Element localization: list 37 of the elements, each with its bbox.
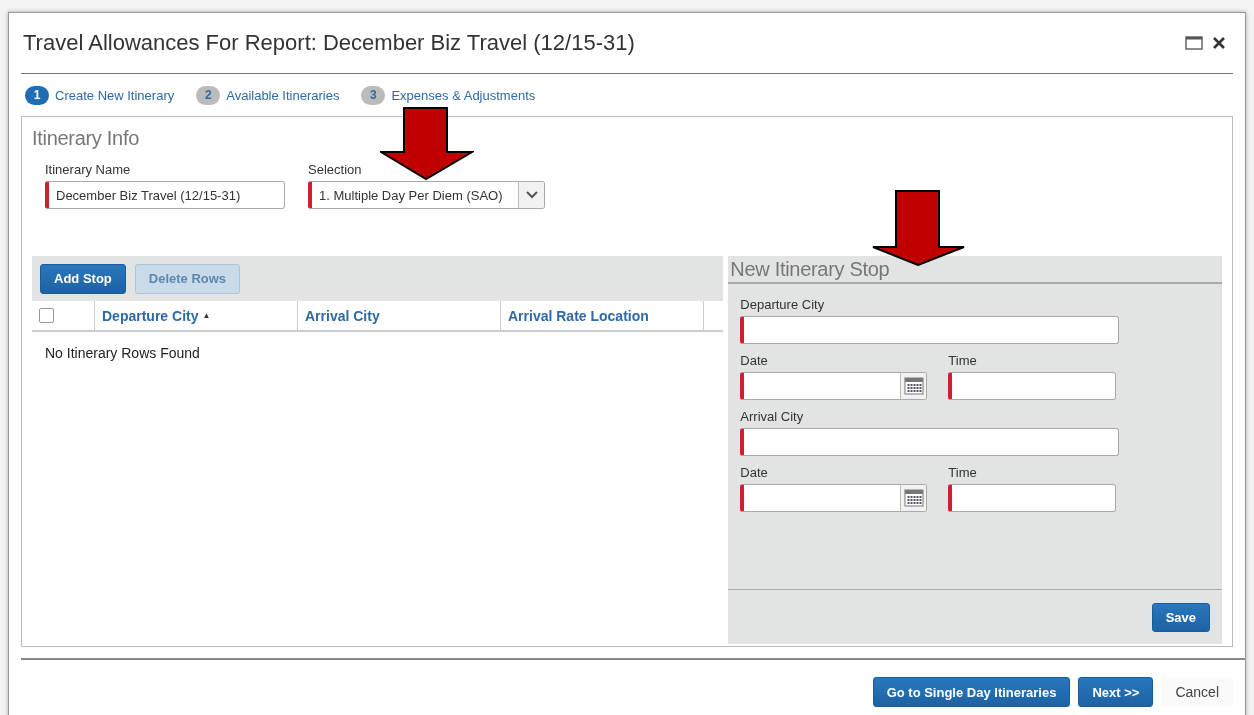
input-field[interactable]: [948, 372, 1117, 400]
field-label: Date: [740, 465, 769, 480]
field-label: Time: [948, 465, 978, 480]
action-button[interactable]: Go to Single Day Itineraries: [872, 677, 1071, 707]
field-value[interactable]: 1. Multiple Day Per Diem (SAO): [312, 182, 518, 208]
field-label: Selection: [308, 162, 363, 177]
checkbox[interactable]: [39, 308, 54, 323]
sort-indicator: ▲: [202, 311, 211, 320]
field-label: Itinerary Name: [45, 162, 132, 177]
input-field[interactable]: [948, 484, 1117, 512]
input-field[interactable]: 1. Multiple Day Per Diem (SAO): [308, 181, 545, 209]
column-header[interactable]: Arrival City: [305, 307, 380, 324]
close-icon[interactable]: [1213, 37, 1225, 49]
step-tab[interactable]: 3 Expenses & Adjustments: [361, 85, 536, 105]
input-field[interactable]: [740, 484, 928, 512]
calendar-icon[interactable]: [903, 489, 924, 507]
field-label: Departure City: [740, 297, 826, 312]
maximize-icon[interactable]: [1185, 36, 1203, 50]
step-tab[interactable]: 2 Available Itineraries: [196, 85, 340, 105]
add-button[interactable]: Add Stop: [40, 263, 126, 294]
save-button[interactable]: Save: [1151, 602, 1210, 632]
action-button[interactable]: Next >>: [1078, 677, 1154, 707]
chevron-down-icon[interactable]: [525, 191, 538, 199]
field-label: Time: [948, 353, 978, 368]
section-heading: Itinerary Info: [32, 127, 140, 150]
cancel-button[interactable]: Cancel: [1161, 677, 1233, 707]
input-field[interactable]: [740, 372, 928, 400]
column-header[interactable]: Arrival Rate Location: [508, 307, 649, 324]
input-field[interactable]: [740, 316, 1120, 344]
step-tab[interactable]: 1 Create New Itinerary: [25, 85, 175, 105]
input-field[interactable]: [740, 428, 1120, 456]
field-label: Date: [740, 353, 769, 368]
column-header[interactable]: Departure City: [102, 307, 199, 324]
window-title: Travel Allowances For Report: December Biz Travel (12/15-31): [23, 30, 636, 56]
empty-message: No Itinerary Rows Found: [44, 344, 201, 361]
calendar-icon[interactable]: [903, 377, 924, 395]
field-label: Arrival City: [740, 409, 805, 424]
